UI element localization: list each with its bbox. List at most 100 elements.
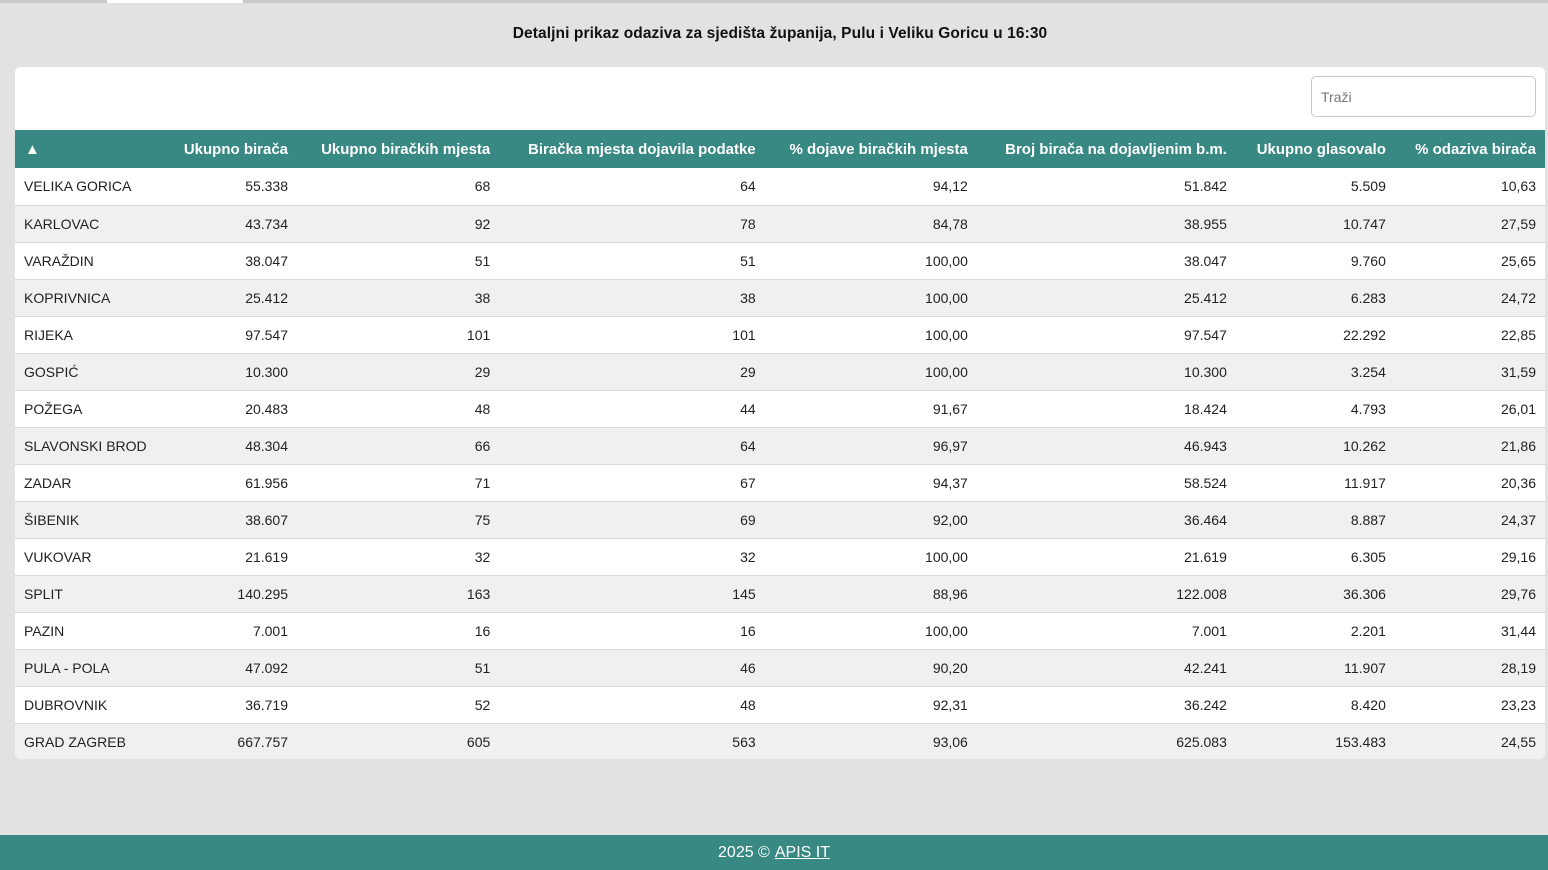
value-cell: 4.793 (1350, 400, 1386, 417)
city-name-cell: ŠIBENIK (24, 511, 80, 528)
table-row: ŠIBENIK 38.607 75 69 92,00 36.464 8.887 24,37 (15, 501, 1545, 538)
column-header-5[interactable]: Broj birača na dojavljenim b.m. (977, 130, 1236, 168)
value-cell: 11.917 (1344, 474, 1386, 491)
value-cell: 58.524 (1184, 474, 1227, 491)
value-cell: 32 (474, 548, 491, 565)
value-cell: 38 (740, 289, 756, 306)
value-cell: 61.956 (245, 474, 289, 491)
value-cell: 64 (740, 178, 756, 195)
value-cell: 7.001 (1191, 622, 1227, 639)
footer-copyright: 2025 © (718, 843, 770, 861)
table-row: GRAD ZAGREB 667.757 605 563 93,06 625.083 153.… (15, 723, 1545, 759)
value-cell: 7.001 (252, 622, 289, 639)
value-cell: 46.943 (1184, 437, 1227, 454)
table-row: POŽEGA 20.483 48 44 91,67 18.424 4.793 26,01 (15, 390, 1545, 427)
value-cell: 43.734 (245, 215, 289, 232)
value-cell: 8.887 (1350, 511, 1386, 528)
value-cell: 667.757 (237, 733, 289, 750)
value-cell: 2.201 (1350, 622, 1386, 639)
value-cell: 10.300 (245, 363, 289, 380)
value-cell: 29,16 (1500, 548, 1536, 565)
city-name-cell: PAZIN (24, 622, 65, 639)
value-cell: 67 (740, 474, 756, 491)
value-cell: 51 (474, 252, 491, 269)
value-cell: 20.483 (245, 400, 289, 417)
column-header-1[interactable]: Ukupno birača (165, 130, 297, 168)
value-cell: 68 (474, 178, 491, 195)
active-tab-indicator[interactable] (107, 0, 243, 3)
value-cell: 94,37 (932, 474, 968, 491)
value-cell: 90,20 (932, 659, 968, 676)
city-name-cell: RIJEKA (24, 326, 74, 343)
column-header-2[interactable]: Ukupno biračkih mjesta (297, 130, 499, 168)
value-cell: 163 (466, 585, 491, 602)
city-name-cell: KARLOVAC (24, 215, 100, 232)
city-name-cell: DUBROVNIK (24, 696, 108, 713)
value-cell: 24,55 (1500, 733, 1536, 750)
city-name-cell: VARAŽDIN (24, 252, 94, 269)
value-cell: 16 (474, 622, 491, 639)
value-cell: 563 (732, 733, 756, 750)
table-row: VUKOVAR 21.619 32 32 100,00 21.619 6.305 29,16 (15, 538, 1545, 575)
value-cell: 96,97 (932, 437, 968, 454)
value-cell: 29 (474, 363, 491, 380)
value-cell: 6.305 (1350, 548, 1386, 565)
value-cell: 20,36 (1500, 474, 1536, 491)
table-row: KOPRIVNICA 25.412 38 38 100,00 25.412 6.283 24,… (15, 279, 1545, 316)
value-cell: 38.047 (245, 252, 289, 269)
value-cell: 88,96 (932, 585, 968, 602)
turnout-table: ▲ Ukupno birača Ukupno biračkih mjesta Bira… (15, 130, 1545, 759)
city-name-cell: SPLIT (24, 585, 63, 602)
table-row: VARAŽDIN 38.047 51 51 100,00 38.047 9.760 25,65 (15, 242, 1545, 279)
table-row: SPLIT 140.295 163 145 88,96 122.008 36.306 29,7… (15, 575, 1545, 612)
table-row: GOSPIĆ 10.300 29 29 100,00 10.300 3.254 31,59 (15, 353, 1545, 390)
value-cell: 92 (474, 215, 491, 232)
table-row: RIJEKA 97.547 101 101 100,00 97.547 22.292 22,8… (15, 316, 1545, 353)
column-header-4[interactable]: % dojave biračkih mjesta (765, 130, 977, 168)
column-header-3[interactable]: Biračka mjesta dojavila podatke (499, 130, 764, 168)
value-cell: 36.719 (245, 696, 289, 713)
value-cell: 97.547 (1184, 326, 1227, 343)
column-header-7[interactable]: % odaziva birača (1395, 130, 1545, 168)
value-cell: 145 (732, 585, 756, 602)
value-cell: 100,00 (925, 363, 968, 380)
footer-link-apis-it[interactable]: APIS IT (775, 844, 830, 862)
value-cell: 10.262 (1343, 437, 1386, 454)
value-cell: 625.083 (1176, 733, 1227, 750)
value-cell: 16 (740, 622, 756, 639)
value-cell: 10,63 (1500, 178, 1536, 195)
value-cell: 38 (474, 289, 491, 306)
value-cell: 25,65 (1500, 252, 1536, 269)
city-name-cell: SLAVONSKI BROD (24, 437, 147, 454)
value-cell: 3.254 (1350, 363, 1386, 380)
city-name-cell: KOPRIVNICA (24, 289, 111, 306)
city-name-cell: GOSPIĆ (24, 363, 79, 380)
value-cell: 51 (474, 659, 491, 676)
value-cell: 29 (740, 363, 756, 380)
value-cell: 29,76 (1500, 585, 1536, 602)
value-cell: 66 (474, 437, 491, 454)
value-cell: 24,37 (1500, 511, 1536, 528)
value-cell: 9.760 (1350, 252, 1386, 269)
value-cell: 6.283 (1350, 289, 1386, 306)
value-cell: 38.955 (1184, 215, 1227, 232)
value-cell: 97.547 (245, 326, 289, 343)
value-cell: 36.242 (1184, 696, 1227, 713)
value-cell: 605 (466, 733, 491, 750)
value-cell: 51.842 (1184, 178, 1227, 195)
value-cell: 46 (740, 659, 756, 676)
value-cell: 84,78 (932, 215, 968, 232)
sort-column-header[interactable]: ▲ (15, 130, 165, 168)
value-cell: 31,59 (1500, 363, 1536, 380)
table-row: DUBROVNIK 36.719 52 48 92,31 36.242 8.420 23,23 (15, 686, 1545, 723)
table-header-row: ▲ Ukupno birača Ukupno biračkih mjesta Bira… (15, 130, 1545, 168)
value-cell: 78 (740, 215, 756, 232)
search-input[interactable] (1311, 76, 1536, 117)
city-name-cell: ZADAR (24, 474, 72, 491)
column-header-6[interactable]: Ukupno glasovalo (1236, 130, 1395, 168)
value-cell: 71 (474, 474, 491, 491)
value-cell: 100,00 (925, 289, 968, 306)
value-cell: 75 (474, 511, 491, 528)
table-row: VELIKA GORICA 55.338 68 64 94,12 51.842 5.509 1… (15, 168, 1545, 205)
city-name-cell: VUKOVAR (24, 548, 92, 565)
